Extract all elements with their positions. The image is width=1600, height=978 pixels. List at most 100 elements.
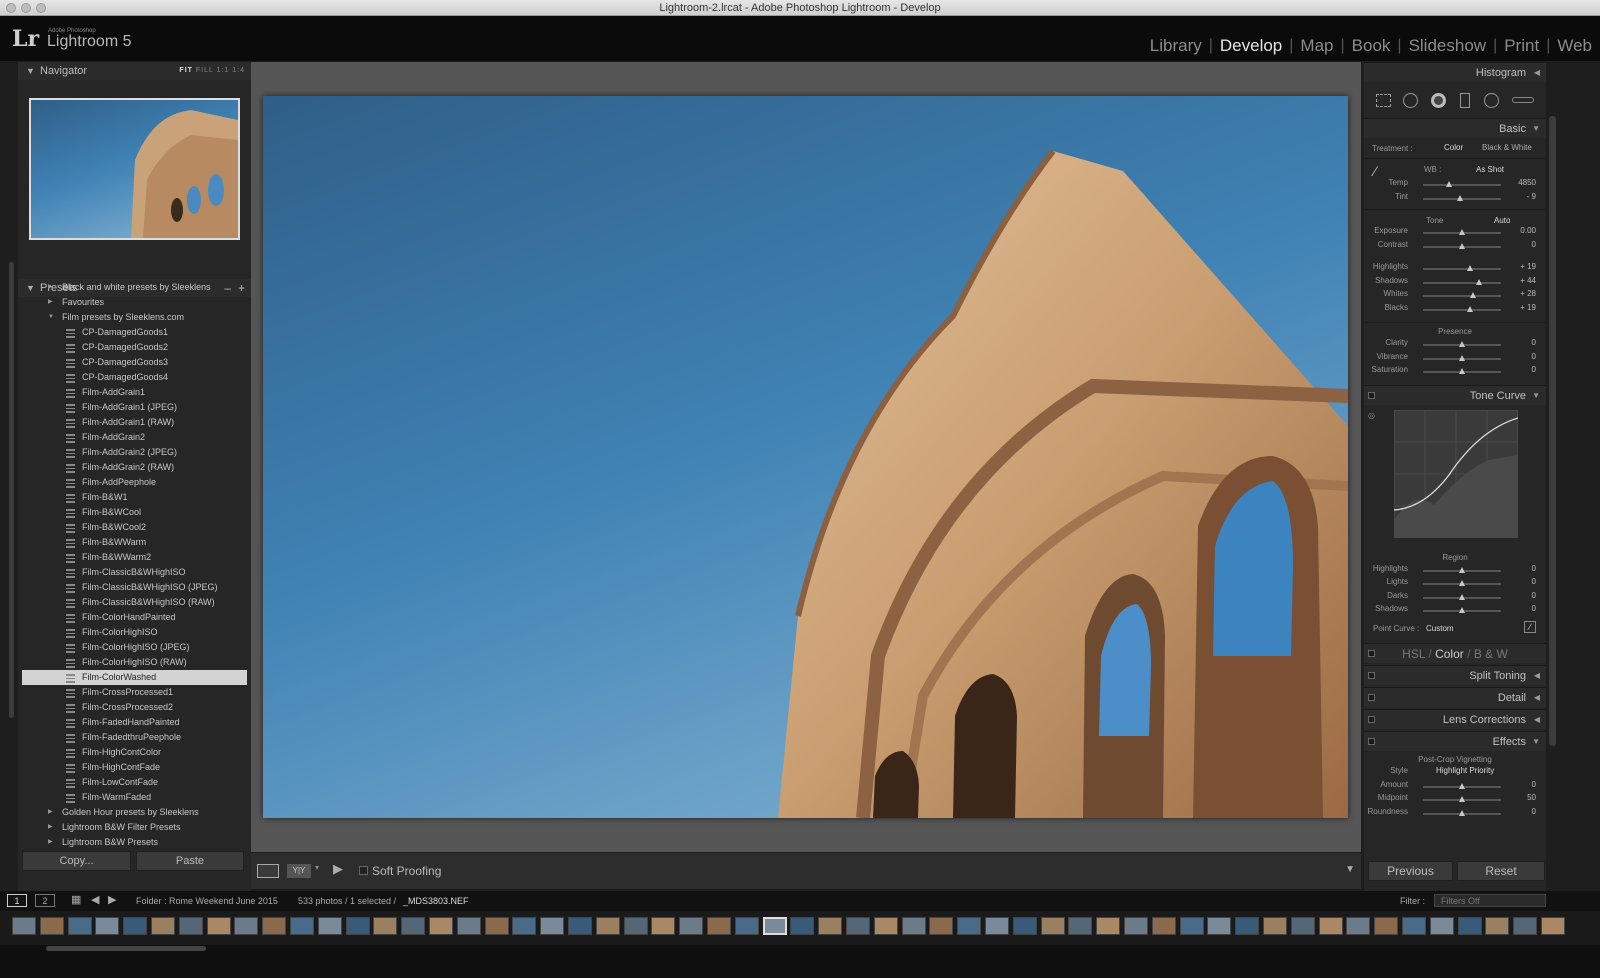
filmstrip-thumbnail[interactable] (762, 917, 787, 935)
filmstrip-thumbnail[interactable] (873, 917, 898, 935)
slider-track[interactable] (1423, 580, 1501, 586)
before-after-dropdown-icon[interactable]: ▾ (315, 863, 319, 872)
slider-knob[interactable] (1469, 292, 1476, 298)
panel-switch-icon[interactable] (1368, 391, 1375, 399)
filmstrip-thumbnail[interactable] (734, 917, 759, 935)
slider-knob[interactable] (1456, 194, 1463, 201)
slider-track[interactable] (1423, 593, 1501, 600)
style-select[interactable]: Highlight Priority (1436, 766, 1494, 775)
preset-item[interactable]: Film-ClassicB&WHighISO (RAW) (22, 595, 247, 610)
preset-folder[interactable]: Black and white presets by Sleeklens (22, 280, 247, 295)
collapse-down-icon[interactable]: ▼ (1532, 732, 1540, 752)
slider-track[interactable] (1423, 229, 1501, 235)
screen-1-button[interactable]: 1 (7, 894, 27, 907)
loupe-view-icon[interactable] (257, 864, 279, 878)
filmstrip-thumbnail[interactable] (345, 917, 370, 935)
preset-item[interactable]: Film-HighContFade (22, 760, 247, 775)
filmstrip-thumbnail[interactable] (595, 917, 620, 935)
filmstrip-thumbnail[interactable] (1068, 917, 1093, 935)
slider-knob[interactable] (1459, 809, 1465, 816)
targeted-adjust-icon[interactable]: ◎ (1368, 411, 1375, 420)
filmstrip-thumbnail[interactable] (1346, 917, 1371, 935)
preset-item[interactable]: Film-AddGrain2 (JPEG) (22, 445, 247, 460)
filmstrip-thumbnail[interactable] (679, 917, 704, 935)
slider-knob[interactable] (1466, 305, 1473, 312)
filmstrip-thumbnail[interactable] (985, 917, 1009, 935)
slider-value[interactable]: 0 (1506, 365, 1536, 374)
filmstrip-thumbnail[interactable] (929, 917, 954, 935)
hsl-header[interactable]: HSL / Color / B & W (1364, 642, 1546, 663)
preset-item[interactable]: Film-B&WCool (22, 505, 247, 520)
before-after-icon[interactable]: Y|Y (287, 864, 311, 878)
slider-knob[interactable] (1459, 229, 1465, 235)
panel-switch-icon[interactable] (1368, 737, 1375, 745)
left-panel-scrollbar[interactable] (9, 262, 14, 718)
wb-select[interactable]: As Shot (1476, 165, 1504, 174)
slider-track[interactable] (1423, 194, 1501, 201)
preset-item[interactable]: Film-WarmFaded (22, 790, 247, 805)
slider-value[interactable]: 0 (1506, 577, 1536, 586)
preset-item[interactable]: Film-AddGrain1 (22, 385, 247, 400)
slider-value[interactable]: + 19 (1506, 262, 1536, 271)
filmstrip-thumbnail[interactable] (151, 917, 175, 935)
eyedropper-icon[interactable]: ⁄ (1374, 163, 1376, 179)
slider-track[interactable] (1423, 265, 1501, 271)
folder-source[interactable]: Folder : Rome Weekend June 2015 (136, 896, 278, 906)
collapse-left-icon[interactable]: ◀ (1534, 63, 1540, 83)
tone-curve-graph[interactable] (1394, 409, 1518, 538)
adjustment-brush-icon[interactable] (1512, 97, 1534, 103)
slider-value[interactable]: 0 (1506, 780, 1536, 789)
filmstrip-thumbnail[interactable] (123, 917, 148, 935)
slider-knob[interactable] (1459, 242, 1465, 249)
tab-color[interactable]: Color (1435, 647, 1464, 661)
slider-value[interactable]: - 9 (1506, 192, 1536, 201)
preset-item[interactable]: Film-HighContColor (22, 745, 247, 760)
preset-item[interactable]: Film-ColorHighISO (RAW) (22, 655, 247, 670)
module-print[interactable]: Print (1504, 36, 1539, 56)
preset-item[interactable]: Film-CrossProcessed2 (22, 700, 247, 715)
slider-track[interactable] (1423, 368, 1501, 374)
red-eye-icon[interactable] (1431, 93, 1446, 108)
filmstrip-thumbnail[interactable] (178, 917, 203, 935)
toolbar-menu-icon[interactable]: ▼ (1345, 864, 1355, 875)
module-book[interactable]: Book (1352, 36, 1391, 56)
filmstrip-thumbnail[interactable] (1124, 917, 1148, 935)
filmstrip-thumbnail[interactable] (234, 917, 259, 935)
tab-bw[interactable]: B & W (1474, 647, 1508, 661)
module-slideshow[interactable]: Slideshow (1409, 36, 1487, 56)
preset-item[interactable]: Film-AddGrain2 (RAW) (22, 460, 247, 475)
module-map[interactable]: Map (1300, 36, 1333, 56)
slider-knob[interactable] (1476, 278, 1483, 285)
filmstrip-thumbnail[interactable] (568, 917, 592, 935)
slider-track[interactable] (1423, 354, 1501, 361)
module-web[interactable]: Web (1557, 36, 1592, 56)
slider-track[interactable] (1423, 809, 1501, 816)
slider-track[interactable] (1423, 181, 1501, 187)
selected-filename[interactable]: _MDS3803.NEF (403, 896, 469, 906)
module-library[interactable]: Library (1150, 36, 1202, 56)
crop-tool-icon[interactable] (1376, 94, 1391, 107)
detail-header[interactable]: Detail ◀ (1364, 686, 1546, 707)
slider-track[interactable] (1423, 278, 1501, 285)
zoom-1-4[interactable]: 1:4 (232, 67, 245, 74)
slider-value[interactable]: + 44 (1506, 276, 1536, 285)
filmstrip-thumbnail[interactable] (846, 917, 870, 935)
preset-item[interactable]: Film-ClassicB&WHighISO (22, 565, 247, 580)
filmstrip-scrollbar[interactable] (46, 946, 206, 951)
filmstrip-thumbnail[interactable] (1429, 917, 1454, 935)
slider-value[interactable]: 0 (1506, 591, 1536, 600)
slider-track[interactable] (1423, 566, 1501, 573)
lens-corrections-header[interactable]: Lens Corrections ◀ (1364, 708, 1546, 729)
module-develop[interactable]: Develop (1220, 36, 1282, 56)
slider-track[interactable] (1423, 292, 1501, 298)
treatment-bw[interactable]: Black & White (1482, 143, 1532, 152)
forward-arrow-icon[interactable]: ▶ (108, 893, 116, 906)
preset-item[interactable]: Film-ColorHighISO (22, 625, 247, 640)
filmstrip-thumbnail[interactable] (39, 917, 64, 935)
radial-filter-icon[interactable] (1484, 93, 1499, 108)
slider-value[interactable]: 0 (1506, 240, 1536, 249)
slider-knob[interactable] (1459, 607, 1465, 613)
slider-knob[interactable] (1459, 566, 1465, 573)
collapse-triangle-icon[interactable]: ▼ (26, 62, 35, 80)
filmstrip-thumbnail[interactable] (623, 917, 648, 935)
